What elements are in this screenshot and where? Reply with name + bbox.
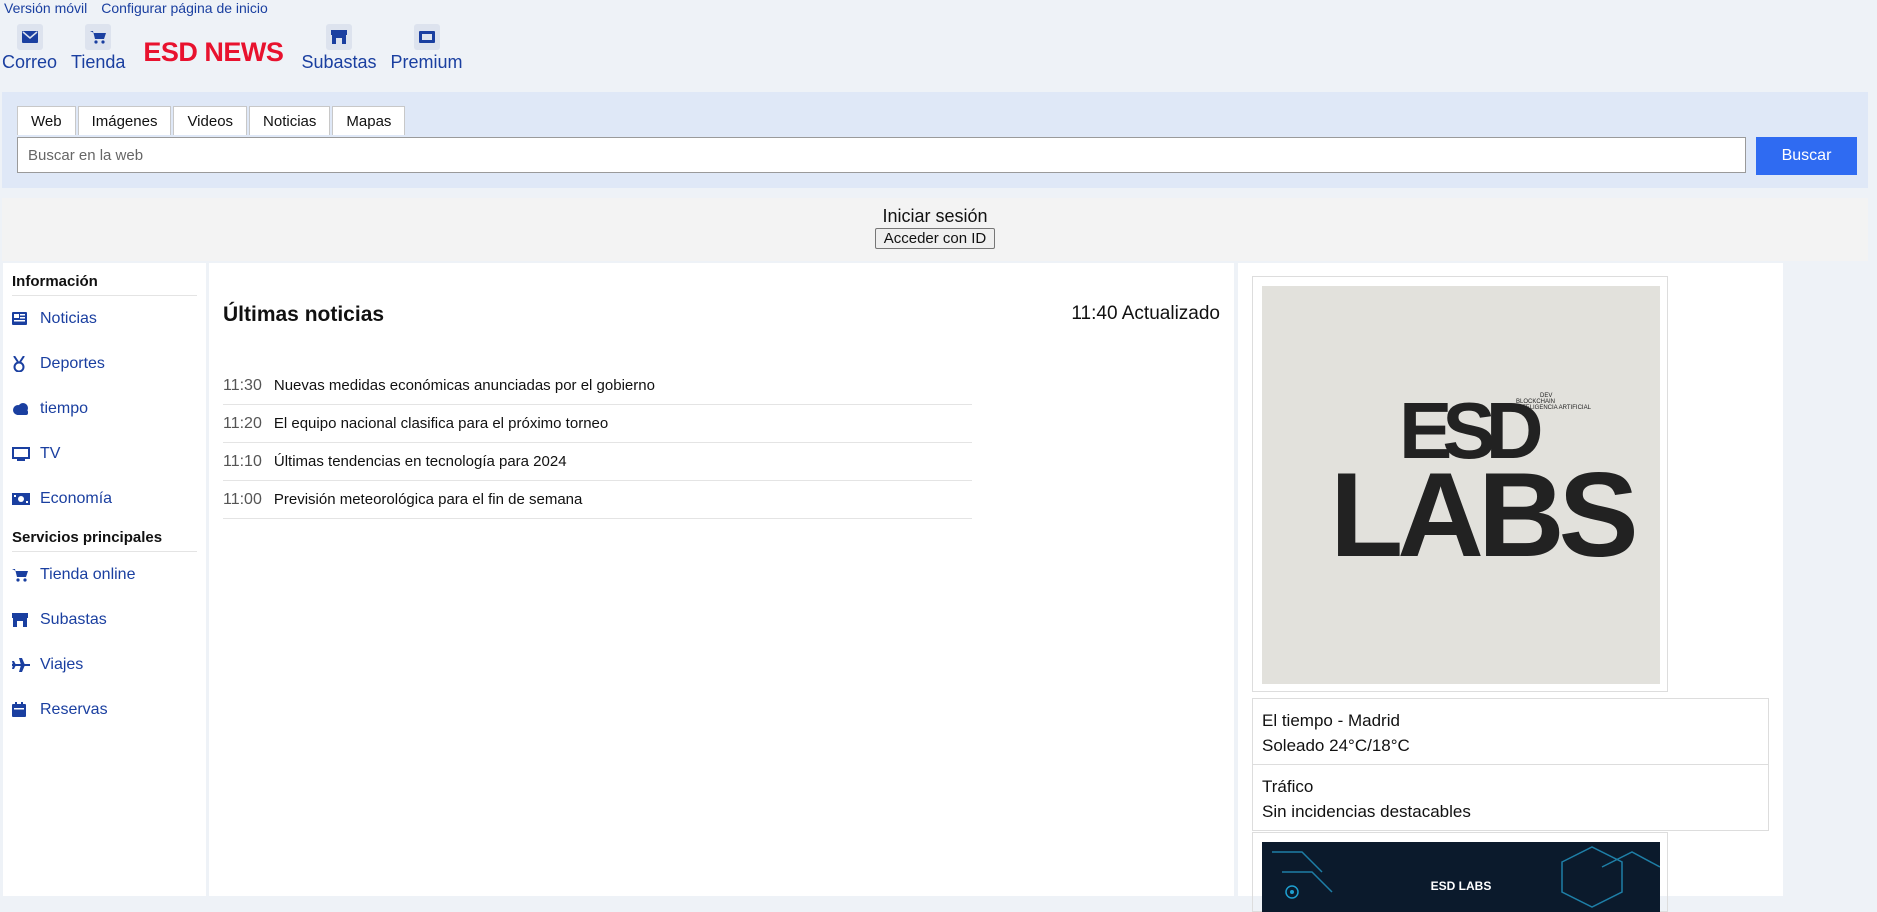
tv-icon xyxy=(12,446,30,461)
mail-icon xyxy=(16,24,43,50)
sidebar-item-viajes[interactable]: Viajes xyxy=(12,642,206,687)
money-icon xyxy=(12,492,30,505)
sidebar-item-tiempo[interactable]: tiempo xyxy=(12,386,206,431)
news-time: 11:10 xyxy=(223,452,262,470)
tab-videos[interactable]: Videos xyxy=(173,106,248,135)
header-auctions-link[interactable]: Subastas xyxy=(301,24,377,73)
sidebar-item-label: Economía xyxy=(40,489,113,507)
ad-logo-image: ESD DEV BLOCKCHAIN INTELIGENCIA ARTIFICI… xyxy=(1262,286,1660,684)
plane-icon xyxy=(12,657,30,672)
premium-label: Premium xyxy=(390,52,463,72)
sidebar-item-label: Reservas xyxy=(40,700,108,718)
svg-text:LABS: LABS xyxy=(1330,448,1635,582)
ad-banner[interactable]: ESD DEV BLOCKCHAIN INTELIGENCIA ARTIFICI… xyxy=(1252,276,1668,692)
search-input[interactable]: Buscar en la web xyxy=(17,137,1746,173)
ad-circuit-image: ESD LABS xyxy=(1262,842,1660,912)
news-item[interactable]: 11:30 Nuevas medidas económicas anunciad… xyxy=(223,367,972,405)
sidebar-item-label: Noticias xyxy=(40,309,97,327)
sidebar-item-label: Viajes xyxy=(40,655,84,673)
sidebar-item-reservas[interactable]: Reservas xyxy=(12,687,206,732)
mail-label: Correo xyxy=(2,52,58,72)
cloud-icon xyxy=(12,402,30,415)
calendar-icon xyxy=(12,702,30,717)
site-logo[interactable]: ESD NEWS xyxy=(143,37,284,68)
sidebar-info-heading: Información xyxy=(12,273,197,296)
header-premium-link[interactable]: Premium xyxy=(391,24,463,73)
cart-icon xyxy=(85,24,112,50)
ad-banner-2[interactable]: ESD LABS xyxy=(1252,832,1668,912)
news-time: 11:20 xyxy=(223,414,262,432)
sidebar-item-subastas[interactable]: Subastas xyxy=(12,597,206,642)
mobile-version-link[interactable]: Versión móvil xyxy=(4,0,87,16)
login-panel: Iniciar sesión Acceder con ID xyxy=(2,198,1868,261)
news-headline[interactable]: Previsión meteorológica para el fin de s… xyxy=(274,491,583,508)
search-panel: Web Imágenes Videos Noticias Mapas Busca… xyxy=(2,92,1868,188)
news-item[interactable]: 11:00 Previsión meteorológica para el fi… xyxy=(223,481,972,519)
medal-icon xyxy=(12,355,30,372)
tab-images[interactable]: Imágenes xyxy=(77,106,172,135)
login-title: Iniciar sesión xyxy=(882,206,988,226)
weather-widget[interactable]: El tiempo - Madrid Soleado 24°C/18°C xyxy=(1252,698,1769,765)
news-headline[interactable]: Últimas tendencias en tecnología para 20… xyxy=(274,453,567,470)
configure-homepage-link[interactable]: Configurar página de inicio xyxy=(101,0,268,16)
header-mail-link[interactable]: Correo xyxy=(2,24,57,73)
sidebar-item-deportes[interactable]: Deportes xyxy=(12,341,206,386)
store-icon xyxy=(12,612,30,627)
newspaper-icon xyxy=(12,312,30,325)
sidebar-item-noticias[interactable]: Noticias xyxy=(12,296,206,341)
traffic-value: Sin incidencias destacables xyxy=(1262,802,1471,821)
search-button[interactable]: Buscar xyxy=(1756,137,1857,175)
ticket-icon xyxy=(413,24,440,50)
news-updated-time: 11:40 Actualizado xyxy=(1071,303,1220,324)
news-section: Últimas noticias 11:40 Actualizado 11:30… xyxy=(209,263,1234,896)
weather-value: Soleado 24°C/18°C xyxy=(1262,736,1410,755)
news-headline[interactable]: El equipo nacional clasifica para el pró… xyxy=(274,415,608,432)
auctions-label: Subastas xyxy=(301,52,377,72)
news-time: 11:00 xyxy=(223,490,262,508)
sidebar-item-label: Subastas xyxy=(40,610,107,628)
shop-label: Tienda xyxy=(71,52,126,72)
news-title: Últimas noticias xyxy=(223,303,385,326)
svg-text:ESD LABS: ESD LABS xyxy=(1431,879,1492,893)
weather-title: El tiempo - Madrid xyxy=(1262,711,1400,730)
sidebar: Información Noticias Deportes tiempo TV … xyxy=(3,263,206,896)
sidebar-item-label: TV xyxy=(40,444,61,462)
svg-text:INTELIGENCIA ARTIFICIAL: INTELIGENCIA ARTIFICIAL xyxy=(1516,405,1592,411)
news-item[interactable]: 11:10 Últimas tendencias en tecnología p… xyxy=(223,443,972,481)
sidebar-item-label: Tienda online xyxy=(40,565,136,583)
tab-maps[interactable]: Mapas xyxy=(332,106,406,135)
news-headline[interactable]: Nuevas medidas económicas anunciadas por… xyxy=(274,377,655,394)
sidebar-item-economia[interactable]: Economía xyxy=(12,476,206,521)
traffic-title: Tráfico xyxy=(1262,777,1314,796)
tab-web[interactable]: Web xyxy=(17,106,76,135)
top-links: Versión móvil Configurar página de inici… xyxy=(4,0,268,16)
login-button[interactable]: Acceder con ID xyxy=(874,228,996,249)
news-list: 11:30 Nuevas medidas económicas anunciad… xyxy=(223,367,972,519)
sidebar-services-heading: Servicios principales xyxy=(12,529,197,552)
sidebar-item-label: tiempo xyxy=(40,399,89,417)
tab-news[interactable]: Noticias xyxy=(249,106,331,135)
store-icon xyxy=(325,24,352,50)
sidebar-item-tv[interactable]: TV xyxy=(12,431,206,476)
header-shop-link[interactable]: Tienda xyxy=(71,24,125,73)
cart-icon xyxy=(12,568,30,582)
traffic-widget[interactable]: Tráfico Sin incidencias destacables xyxy=(1252,764,1769,831)
news-time: 11:30 xyxy=(223,376,262,394)
sidebar-item-tienda-online[interactable]: Tienda online xyxy=(12,552,206,597)
right-sidebar: ESD DEV BLOCKCHAIN INTELIGENCIA ARTIFICI… xyxy=(1238,263,1783,912)
header: Correo Tienda ESD NEWS Subastas Premium xyxy=(2,24,477,73)
news-item[interactable]: 11:20 El equipo nacional clasifica para … xyxy=(223,405,972,443)
sidebar-item-label: Deportes xyxy=(40,354,105,372)
search-tabs: Web Imágenes Videos Noticias Mapas xyxy=(17,106,407,135)
